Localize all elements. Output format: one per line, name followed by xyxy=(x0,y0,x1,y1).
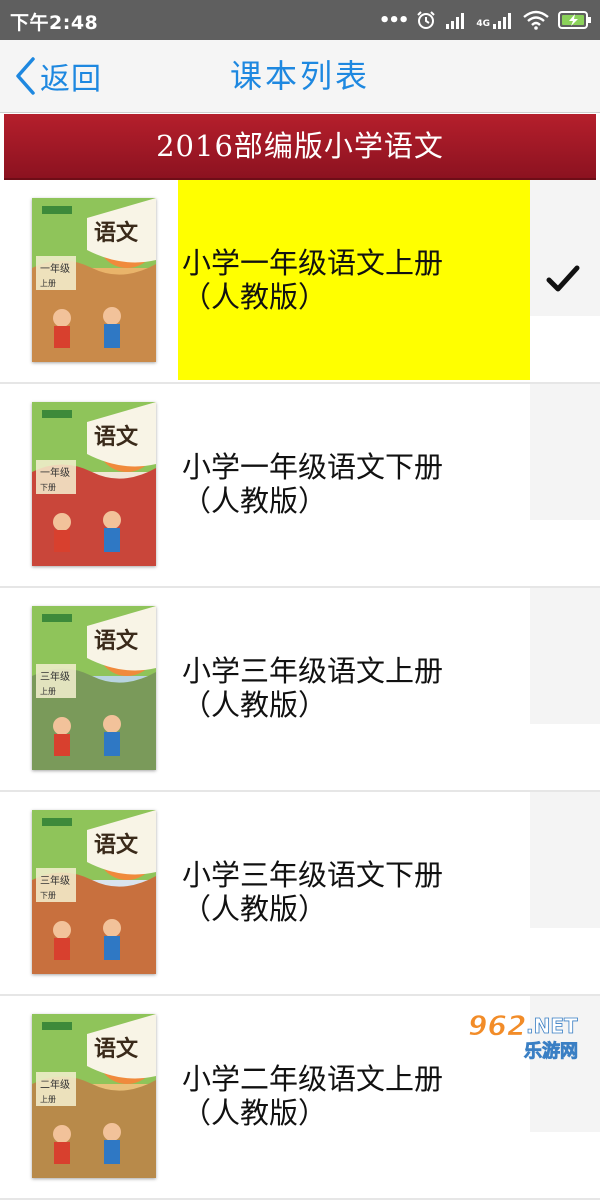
book-cover-image: 语文 一年级 上册 xyxy=(32,198,156,362)
svg-text:二年级: 二年级 xyxy=(40,1078,70,1091)
svg-text:三年级: 三年级 xyxy=(40,874,70,887)
book-list-item[interactable]: 语文 三年级 上册 小学三年级语文上册 （人教版） xyxy=(0,588,600,792)
book-title-area: 小学三年级语文下册 （人教版） xyxy=(178,792,530,992)
book-cover-image: 语文 一年级 下册 xyxy=(32,402,156,566)
svg-text:一年级: 一年级 xyxy=(40,262,70,275)
book-title-area: 小学一年级语文下册 （人教版） xyxy=(178,384,530,584)
book-title: 小学一年级语文下册 xyxy=(182,450,444,484)
book-cover-image: 语文 三年级 下册 xyxy=(32,810,156,974)
svg-text:上册: 上册 xyxy=(40,279,56,288)
svg-text:一年级: 一年级 xyxy=(40,466,70,479)
book-edition: （人教版） xyxy=(182,1096,328,1130)
svg-text:962: 962 xyxy=(468,1009,526,1042)
row-accessory-area xyxy=(530,588,600,724)
book-list-item[interactable]: 语文 三年级 下册 小学三年级语文下册 （人教版） xyxy=(0,792,600,996)
row-accessory-area xyxy=(530,792,600,928)
signal-4g-icon: 4G xyxy=(476,11,514,29)
book-edition: （人教版） xyxy=(182,892,328,926)
book-title-area: 小学三年级语文上册 （人教版） xyxy=(178,588,530,788)
wifi-icon xyxy=(523,10,549,30)
book-cover-image: 语文 三年级 上册 xyxy=(32,606,156,770)
alarm-icon xyxy=(417,11,436,29)
book-title-area: 小学一年级语文上册 （人教版） xyxy=(178,180,530,380)
status-bar: 下午2:48 ••• 4G xyxy=(0,0,600,40)
book-edition: （人教版） xyxy=(182,280,328,314)
book-list-item[interactable]: 语文 一年级 上册 小学一年级语文上册 （人教版） xyxy=(0,180,600,384)
signal-icon xyxy=(446,13,465,29)
status-icons: ••• 4G xyxy=(379,6,592,34)
row-accessory-area xyxy=(530,180,600,316)
svg-text:语文: 语文 xyxy=(94,220,139,246)
book-edition: （人教版） xyxy=(182,484,328,518)
svg-text:语文: 语文 xyxy=(94,628,139,654)
nav-bar: 返回 课本列表 xyxy=(0,40,600,113)
more-dots-icon: ••• xyxy=(378,9,409,31)
book-title: 小学二年级语文上册 xyxy=(182,1062,444,1096)
section-header: 2016部编版小学语文 xyxy=(4,114,596,180)
svg-text:下册: 下册 xyxy=(40,891,56,900)
book-cover-image: 语文 二年级 上册 xyxy=(32,1014,156,1178)
checkmark-icon xyxy=(546,265,580,292)
site-watermark-logo: 962 .NET 乐游网 xyxy=(464,1005,594,1063)
svg-text:三年级: 三年级 xyxy=(40,670,70,683)
svg-text:上册: 上册 xyxy=(40,687,56,696)
book-title: 小学三年级语文下册 xyxy=(182,858,444,892)
svg-text:下册: 下册 xyxy=(40,483,56,492)
book-title: 小学三年级语文上册 xyxy=(182,654,444,688)
book-edition: （人教版） xyxy=(182,688,328,722)
book-title: 小学一年级语文上册 xyxy=(182,246,444,280)
book-list-item[interactable]: 语文 一年级 下册 小学一年级语文下册 （人教版） xyxy=(0,384,600,588)
svg-text:乐游网: 乐游网 xyxy=(524,1040,578,1062)
svg-text:上册: 上册 xyxy=(40,1095,56,1104)
svg-text:语文: 语文 xyxy=(94,424,139,450)
svg-text:语文: 语文 xyxy=(94,1036,139,1062)
status-time: 下午2:48 xyxy=(10,12,99,34)
row-accessory-area xyxy=(530,384,600,520)
svg-text:语文: 语文 xyxy=(94,832,139,858)
svg-text:.NET: .NET xyxy=(526,1014,578,1038)
page-title: 课本列表 xyxy=(229,57,370,95)
battery-charging-icon xyxy=(558,11,591,29)
